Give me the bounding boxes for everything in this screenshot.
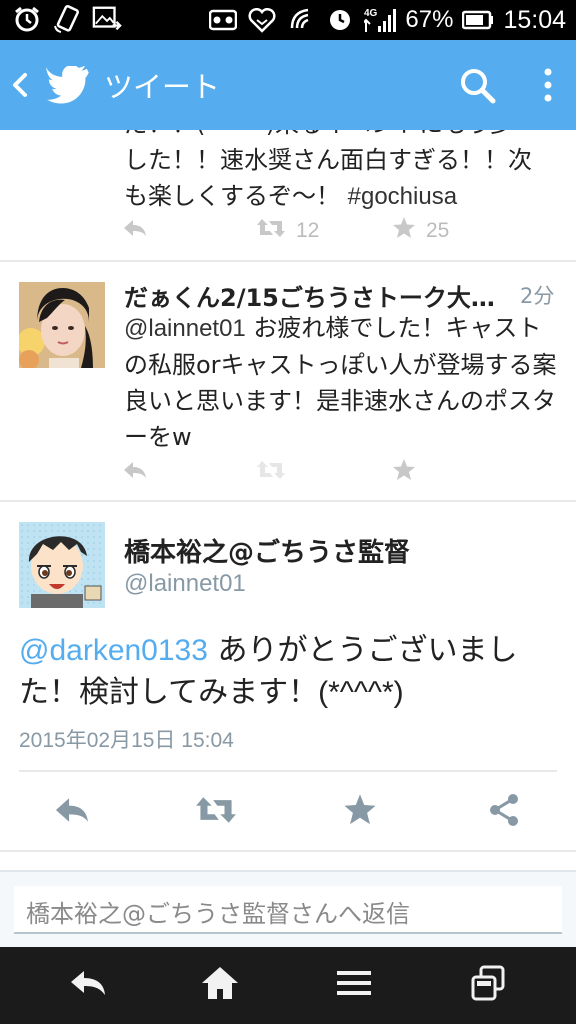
tweet-text-line: した！！速水奨さん面白すぎる！！次 [124,146,532,174]
retweet-button[interactable] [256,458,286,488]
tweet-text: だ！！(^^^)来るイベントにもう少 した！！速水奨さん面白すぎる！！次 も楽し… [124,130,564,215]
avatar[interactable] [19,282,105,368]
back-icon [68,968,108,1002]
share-icon [487,793,521,831]
favorite-button[interactable] [338,792,382,832]
photo-icon [92,4,122,34]
status-right-icons: 4G 67% 15:04 [208,0,566,40]
nav-menu-button[interactable] [330,965,378,1005]
retweet-icon [194,793,238,831]
display-name[interactable]: 橋本裕之@ごちうさ監督 [124,532,410,569]
mention-link[interactable]: @darken0133 [19,634,208,667]
tweet-text: @darken0133 ありがとうございました！検討してみます！(*^^^*) [19,630,559,714]
signal-icon: 4G [364,5,397,35]
retweet-button[interactable]: 12 [256,216,319,246]
nfc-icon [286,5,316,35]
tweet-actions [0,772,576,854]
divider [0,850,576,852]
conversation-tweet[interactable]: だ！！(^^^)来るイベントにもう少 した！！速水奨さん面白すぎる！！次 も楽し… [0,130,576,262]
back-chevron-icon[interactable] [8,69,32,101]
user-handle[interactable]: @lainnet01 [124,570,246,598]
display-name[interactable]: だぁくん2/15ごちうさトーク大… [124,278,504,313]
home-icon [200,965,240,1005]
reply-button[interactable] [122,218,148,244]
focused-tweet: 橋本裕之@ごちうさ監督 @lainnet01 @darken0133 ありがとう… [0,502,576,882]
reply-icon [122,218,148,244]
tweet-date: 2015年02月15日 15:04 [19,729,234,752]
favorite-count: 25 [426,219,450,242]
status-time: 15:04 [503,5,566,34]
battery-icon [462,5,494,35]
mention-link[interactable]: @lainnet01 [124,315,246,342]
reply-input[interactable]: 橋本裕之@ごちうさ監督さんへ返信 [14,886,562,934]
reply-icon [53,795,91,829]
nav-home-button[interactable] [196,965,244,1005]
reply-bar: 橋本裕之@ごちうさ監督さんへ返信 [0,870,576,947]
favorite-button[interactable]: 25 [392,216,449,246]
star-icon [392,458,416,488]
avatar[interactable] [19,522,105,608]
hashtag-link[interactable]: #gochiusa [348,183,457,210]
nav-recents-button[interactable] [464,965,512,1005]
overflow-menu-icon[interactable] [538,66,558,106]
heart-icon [247,5,277,35]
system-navigation-bar [0,947,576,1024]
reply-button[interactable] [50,792,94,832]
tweet-text-line: だ！！(^^^)来るイベントにもう少 [124,130,564,142]
tweet-emoticon: (*^^^*) [318,676,404,709]
star-icon [343,793,377,831]
voicemail-icon [208,5,238,35]
favorite-button[interactable] [392,458,416,488]
menu-icon [336,968,372,1002]
tweet-time: 2分 [520,284,555,308]
tweet-text-fragment: も楽しくするぞ〜！ [124,182,348,210]
tweet-detail-content[interactable]: だ！！(^^^)来るイベントにもう少 した！！速水奨さん面白すぎる！！次 も楽し… [0,130,576,947]
recents-icon [470,965,506,1005]
tweet-text-line: も楽しくするぞ〜！ #gochiusa [124,178,564,215]
search-icon[interactable] [458,66,498,106]
twitter-bird-icon[interactable] [46,65,90,104]
share-button[interactable] [482,792,526,832]
retweet-icon [256,216,286,246]
alarm-icon [12,4,42,34]
status-left-icons [12,4,122,34]
retweet-icon [256,458,286,488]
svg-text:4G: 4G [364,8,378,19]
status-bar: 4G 67% 15:04 [0,0,576,40]
tweet-text: @lainnet01 お疲れ様でした！キャストの私服orキャストっぽい人が登場す… [124,310,564,455]
conversation-tweet[interactable]: だぁくん2/15ごちうさトーク大… 2分 @lainnet01 お疲れ様でした！… [0,262,576,502]
screen-title: ツイート [104,70,221,104]
star-icon [392,216,416,246]
retweet-button[interactable] [194,792,238,832]
retweet-count: 12 [296,219,320,242]
rotate-icon [52,4,82,34]
battery-percent: 67% [405,6,454,33]
reply-button[interactable] [122,460,148,486]
clock-icon [325,5,355,35]
reply-icon [122,460,148,486]
action-bar: ツイート [0,40,576,130]
nav-back-button[interactable] [64,965,112,1005]
